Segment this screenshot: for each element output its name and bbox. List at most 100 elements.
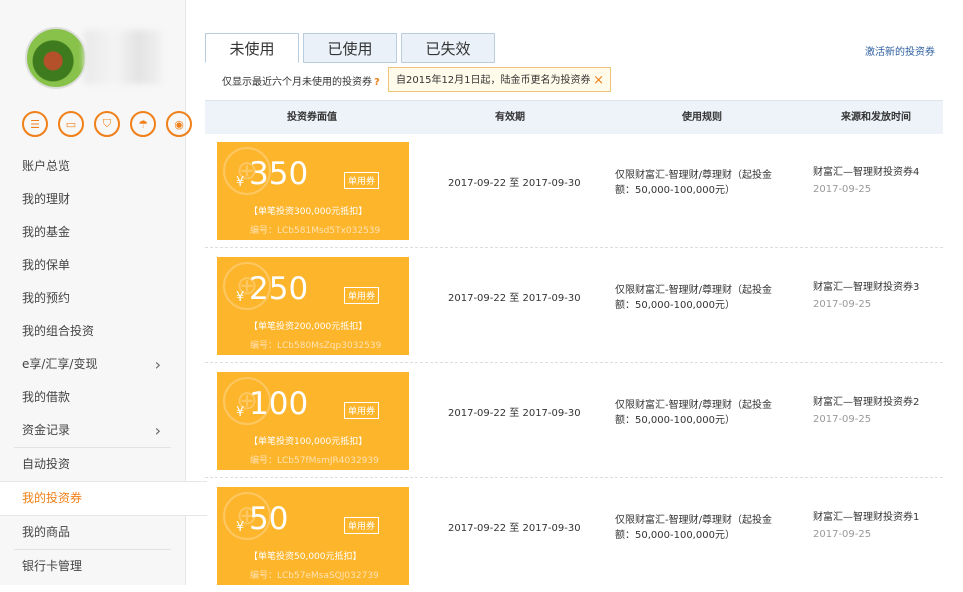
coupon-card[interactable]: ⊕ ¥ 350 单用券 【单笔投资300,000元抵扣】 编号：LCb581Ms… [217, 142, 409, 240]
table-row: ⊕ ¥ 250 单用券 【单笔投资200,000元抵扣】 编号：LCb580Ms… [205, 247, 943, 363]
sidebar-item-label: 资金记录 [22, 423, 71, 437]
coupon-rule: 仅限财富汇-智理财/尊理财（起投金额：50,000-100,000元） [615, 170, 772, 196]
coupon-limit: 【单笔投资50,000元抵扣】 [249, 552, 362, 562]
sidebar-item-account-overview[interactable]: 账户总览 [0, 150, 185, 183]
coupon-code: 编号：LCb57eMsaSQJ032739 [250, 571, 379, 581]
sidebar-item-my-reservations[interactable]: 我的预约 [0, 282, 185, 315]
coupon-type-badge: 单用券 [344, 172, 380, 189]
coupon-code: 编号：LCb581Msd5Tx032539 [250, 226, 381, 236]
source-name: 财富汇—智理财投资券2 [813, 397, 920, 408]
coupon-rule: 仅限财富汇-智理财/尊理财（起投金额：50,000-100,000元） [615, 400, 772, 426]
notice: 仅显示最近六个月未使用的投资券? [222, 73, 380, 88]
sidebar-item-my-wealth[interactable]: 我的理财 [0, 183, 185, 216]
source-date: 2017-09-25 [813, 529, 872, 540]
rename-tip: 自2015年12月1日起，陆金币更名为投资券 × [388, 67, 611, 92]
sidebar-item-label: 我的保单 [22, 258, 71, 272]
sidebar-item-label: 我的借款 [22, 390, 71, 404]
coupon-source: 财富汇—智理财投资券4 2017-09-25 [813, 164, 919, 198]
username-blurred [84, 30, 162, 84]
sidebar-item-label: 我的理财 [22, 192, 71, 206]
coupon-currency: ¥ [236, 520, 245, 535]
bag-icon[interactable]: ◉ [166, 111, 192, 137]
coupon-amount: 50 [249, 501, 289, 537]
notice-text: 仅显示最近六个月未使用的投资券 [222, 77, 372, 88]
umbrella-icon[interactable]: ☂ [130, 111, 156, 137]
sidebar-item-label: e享/汇享/变现 [22, 357, 98, 371]
coupon-source: 财富汇—智理财投资券3 2017-09-25 [813, 279, 919, 313]
coupon-amount: 350 [249, 156, 309, 192]
avatar[interactable] [25, 27, 87, 89]
sidebar-item-label: 我的基金 [22, 225, 71, 239]
sidebar-item-e-share[interactable]: e享/汇享/变现 › [0, 348, 185, 381]
sidebar-item-my-coupons[interactable]: 我的投资券 [0, 481, 207, 516]
coupon-card[interactable]: ⊕ ¥ 100 单用券 【单笔投资100,000元抵扣】 编号：LCb57fMs… [217, 372, 409, 470]
coupon-rule: 仅限财富汇-智理财/尊理财（起投金额：50,000-100,000元） [615, 515, 772, 541]
chevron-right-icon: › [154, 421, 161, 440]
sidebar-item-my-funds[interactable]: 我的基金 [0, 216, 185, 249]
header-source: 来源和发放时间 [841, 112, 911, 123]
tab-expired[interactable]: 已失效 [401, 33, 495, 63]
shield-icon[interactable]: ⛉ [94, 111, 120, 137]
header-face-value: 投资券面值 [287, 112, 337, 123]
coupon-limit: 【单笔投资100,000元抵扣】 [249, 437, 368, 447]
coupon-rule: 仅限财富汇-智理财/尊理财（起投金额：50,000-100,000元） [615, 285, 772, 311]
sidebar-item-label: 自动投资 [22, 457, 71, 471]
sidebar-item-auto-invest[interactable]: 自动投资 [0, 448, 185, 481]
sidebar-item-label: 我的预约 [22, 291, 71, 305]
sidebar-item-bank-cards[interactable]: 银行卡管理 [0, 550, 185, 583]
chevron-right-icon: › [154, 355, 161, 374]
activate-coupon-link[interactable]: 激活新的投资券 [865, 43, 935, 58]
coupon-limit: 【单笔投资300,000元抵扣】 [249, 207, 368, 217]
close-icon[interactable]: × [593, 68, 604, 93]
coupon-limit: 【单笔投资200,000元抵扣】 [249, 322, 368, 332]
sidebar-item-label: 账户总览 [22, 159, 71, 173]
source-date: 2017-09-25 [813, 299, 872, 310]
sidebar-item-my-policies[interactable]: 我的保单 [0, 249, 185, 282]
tip-text: 自2015年12月1日起，陆金币更名为投资券 [396, 75, 591, 86]
coupon-code: 编号：LCb57fMsmJR4032939 [250, 456, 379, 466]
coupon-source: 财富汇—智理财投资券1 2017-09-25 [813, 509, 919, 543]
coupon-period: 2017-09-22 至 2017-09-30 [448, 178, 581, 189]
coupon-amount: 250 [249, 271, 309, 307]
sidebar-item-label: 我的投资券 [22, 491, 83, 505]
source-name: 财富汇—智理财投资券1 [813, 512, 920, 523]
sidebar: ☰ ▭ ⛉ ☂ ◉ 账户总览 我的理财 我的基金 我的保单 我的预约 我的组合投… [0, 0, 207, 585]
sidebar-item-label: 银行卡管理 [22, 559, 83, 573]
coupon-type-badge: 单用券 [344, 402, 380, 419]
sidebar-item-portfolio[interactable]: 我的组合投资 [0, 315, 185, 348]
sidebar-item-fund-records[interactable]: 资金记录 › [14, 414, 171, 448]
sidebar-item-label: 我的组合投资 [22, 324, 95, 338]
source-date: 2017-09-25 [813, 414, 872, 425]
coupon-currency: ¥ [236, 175, 245, 190]
tab-used[interactable]: 已使用 [303, 33, 397, 63]
coupon-period: 2017-09-22 至 2017-09-30 [448, 523, 581, 534]
coupon-source: 财富汇—智理财投资券2 2017-09-25 [813, 394, 919, 428]
table-row: ⊕ ¥ 350 单用券 【单笔投资300,000元抵扣】 编号：LCb581Ms… [205, 132, 943, 248]
help-icon[interactable]: ? [374, 77, 380, 88]
coupon-code: 编号：LCb580MsZqp3032539 [250, 341, 382, 351]
sidebar-item-my-products[interactable]: 我的商品 [14, 516, 171, 550]
source-name: 财富汇—智理财投资券4 [813, 167, 920, 178]
coupon-period: 2017-09-22 至 2017-09-30 [448, 293, 581, 304]
table-row: ⊕ ¥ 100 单用券 【单笔投资100,000元抵扣】 编号：LCb57fMs… [205, 362, 943, 478]
coupon-card[interactable]: ⊕ ¥ 50 单用券 【单笔投资50,000元抵扣】 编号：LCb57eMsaS… [217, 487, 409, 585]
table-header: 投资券面值 有效期 使用规则 来源和发放时间 [205, 100, 943, 134]
source-date: 2017-09-25 [813, 184, 872, 195]
coupon-card[interactable]: ⊕ ¥ 250 单用券 【单笔投资200,000元抵扣】 编号：LCb580Ms… [217, 257, 409, 355]
coupon-amount: 100 [249, 386, 309, 422]
sidebar-item-my-loans[interactable]: 我的借款 [0, 381, 185, 414]
coupon-currency: ¥ [236, 405, 245, 420]
source-name: 财富汇—智理财投资券3 [813, 282, 920, 293]
header-validity: 有效期 [495, 112, 525, 123]
quick-icons: ☰ ▭ ⛉ ☂ ◉ [22, 111, 192, 137]
header-rules: 使用规则 [682, 112, 722, 123]
coupon-tabs: 未使用 已使用 已失效 [205, 33, 499, 63]
list-icon[interactable]: ☰ [22, 111, 48, 137]
coupon-currency: ¥ [236, 290, 245, 305]
coupon-period: 2017-09-22 至 2017-09-30 [448, 408, 581, 419]
tab-unused[interactable]: 未使用 [205, 33, 299, 63]
sidebar-menu: 账户总览 我的理财 我的基金 我的保单 我的预约 我的组合投资 e享/汇享/变现… [0, 150, 207, 583]
coupon-type-badge: 单用券 [344, 287, 380, 304]
card-icon[interactable]: ▭ [58, 111, 84, 137]
sidebar-item-label: 我的商品 [22, 525, 71, 539]
